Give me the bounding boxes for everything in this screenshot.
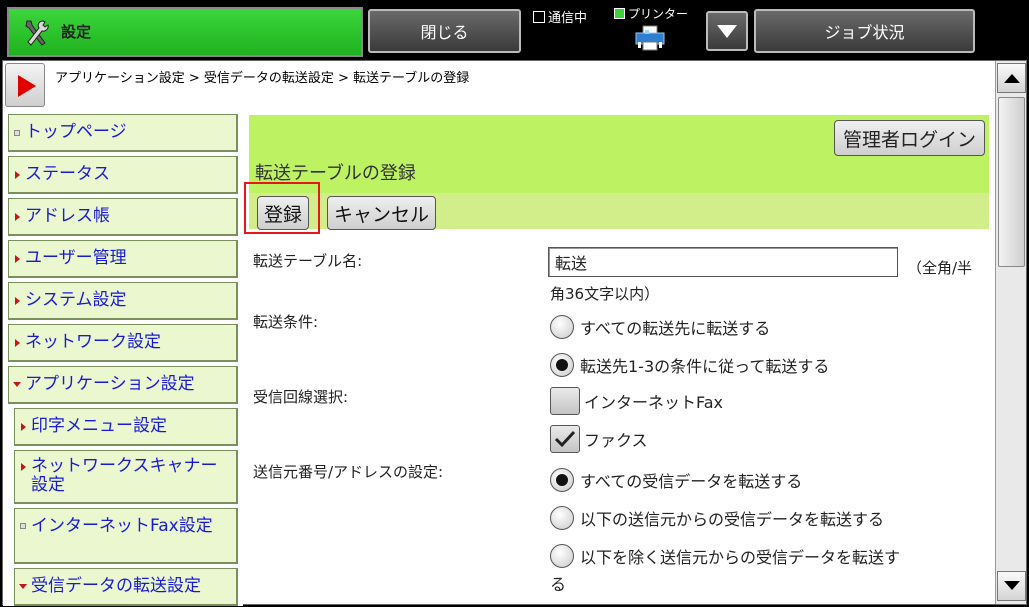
menu-toggle-button[interactable] [5,63,45,107]
status-dropdown-button[interactable] [706,11,748,51]
checkmark-icon [554,430,576,448]
sidebar-item-label: ユーザー管理 [25,248,127,268]
option-label: 以下の送信元からの受信データを転送する [580,510,885,529]
sidebar-item-label: アドレス帳 [25,206,110,226]
option-label: 以下を除く送信元からの受信データを転送す [580,548,901,567]
sidebar-item-label: トップページ [25,122,127,142]
page-bullet-icon [14,129,20,136]
scroll-up-button[interactable] [997,63,1026,93]
option-label: すべての転送先に転送する [580,319,771,338]
table-name-label: 転送テーブル名: [253,252,363,270]
printer-status-lamp-icon [614,8,625,19]
sidebar-item-print-menu[interactable]: 印字メニュー設定 [14,408,238,446]
settings-tab-label: 設定 [61,23,92,41]
main-content: 管理者ログイン 転送テーブルの登録 登録 キャンセル 転送テーブル名: （全角/… [243,111,995,606]
expand-arrow-icon [14,338,20,347]
sender-option-exclude[interactable]: 以下を除く送信元からの受信データを転送す [550,544,900,568]
sender-option-include[interactable]: 以下の送信元からの受信データを転送する [550,506,884,530]
scroll-down-button[interactable] [997,571,1026,601]
top-bar: 設定 閉じる 通信中 プリンター ジョブ状況 [0,0,1029,60]
sidebar-item-label: 受信データの転送設定 [31,576,201,596]
sidebar-item-network-scanner[interactable]: ネットワークスキャナー設定 [14,450,238,504]
sidebar-item-application-settings[interactable]: アプリケーション設定 [8,366,238,404]
radio-button[interactable] [550,353,574,377]
option-label-continued: る [550,575,567,594]
job-status-button[interactable]: ジョブ状況 [754,9,975,53]
option-label: 転送先1-3の条件に従って転送する [580,357,830,376]
line-option-fax[interactable]: ファクス [550,425,648,453]
sidebar: トップページ ステータス アドレス帳 ユーザー管理 システム設定 ネットワーク設… [3,111,243,606]
communication-label: 通信中 [548,11,588,26]
sidebar-item-system-settings[interactable]: システム設定 [8,282,238,320]
admin-login-button[interactable]: 管理者ログイン [833,120,985,156]
table-name-input[interactable] [548,247,898,277]
communication-indicator: 通信中 [533,7,587,26]
expand-arrow-icon [20,422,26,431]
vertical-scrollbar[interactable] [995,61,1026,604]
expand-arrow-icon [20,463,26,471]
arrow-down-icon [1003,581,1020,590]
option-label: ファクス [584,431,648,450]
table-name-hint: （全角/半 [907,259,973,277]
checkbox[interactable] [550,425,580,453]
printer-label: プリンター [628,7,689,21]
sender-setting-label: 送信元番号/アドレスの設定: [253,463,444,481]
printer-icon [635,25,665,51]
radio-button[interactable] [550,506,574,530]
sender-option-all[interactable]: すべての受信データを転送する [550,468,802,492]
option-label: インターネットFax [584,393,724,412]
sidebar-item-label: ステータス [25,164,110,184]
settings-tab[interactable]: 設定 [7,7,363,57]
close-button[interactable]: 閉じる [368,9,521,53]
sidebar-item-top-page[interactable]: トップページ [8,114,238,152]
sidebar-item-network-settings[interactable]: ネットワーク設定 [8,324,238,362]
printer-indicator: プリンター [614,5,688,22]
sidebar-item-label: 印字メニュー設定 [31,416,167,436]
breadcrumb: アプリケーション設定 > 受信データの転送設定 > 転送テーブルの登録 [55,71,470,86]
line-selection-label: 受信回線選択: [253,388,349,406]
collapse-arrow-icon [19,584,27,589]
radio-button[interactable] [550,315,574,339]
sidebar-item-label: システム設定 [25,290,127,310]
highlight-outline [244,182,320,234]
collapse-arrow-icon [13,382,21,387]
expand-arrow-icon [14,212,20,221]
arrow-up-icon [1003,74,1020,83]
sidebar-item-user-management[interactable]: ユーザー管理 [8,240,238,278]
checkbox[interactable] [550,387,580,415]
scroll-thumb[interactable] [998,97,1025,267]
radio-button[interactable] [550,544,574,568]
expand-arrow-icon [14,254,20,263]
radio-button[interactable] [550,468,574,492]
line-option-internet-fax[interactable]: インターネットFax [550,387,723,415]
communication-status-icon [533,10,545,23]
breadcrumb-bar: アプリケーション設定 > 受信データの転送設定 > 転送テーブルの登録 [3,61,995,111]
sidebar-item-label: アプリケーション設定 [25,374,195,394]
expand-arrow-icon [14,170,20,179]
sidebar-item-forwarding-settings[interactable]: 受信データの転送設定 [14,568,238,606]
option-label: すべての受信データを転送する [580,472,803,491]
page-bullet-icon [20,523,26,529]
action-bar: 登録 キャンセル [249,193,989,230]
condition-option-per-destination[interactable]: 転送先1-3の条件に従って転送する [550,353,829,377]
sidebar-item-label: インターネットFax設定 [31,516,213,536]
content-frame: アプリケーション設定 > 受信データの転送設定 > 転送テーブルの登録 トップペ… [2,60,1027,606]
table-name-hint-continued: 角36文字以内） [550,285,660,303]
cancel-button[interactable]: キャンセル [327,196,437,230]
sidebar-item-internet-fax[interactable]: インターネットFax設定 [14,508,238,564]
play-icon [18,75,36,97]
title-panel: 管理者ログイン 転送テーブルの登録 登録 キャンセル [249,115,989,230]
expand-arrow-icon [14,296,20,305]
sidebar-item-label: ネットワークスキャナー設定 [31,456,218,495]
condition-option-all[interactable]: すべての転送先に転送する [550,315,770,339]
chevron-down-icon [717,24,737,38]
tools-icon [25,20,49,46]
sidebar-item-status[interactable]: ステータス [8,156,238,194]
condition-label: 転送条件: [253,313,319,331]
sidebar-item-label: ネットワーク設定 [25,332,161,352]
sidebar-item-address-book[interactable]: アドレス帳 [8,198,238,236]
